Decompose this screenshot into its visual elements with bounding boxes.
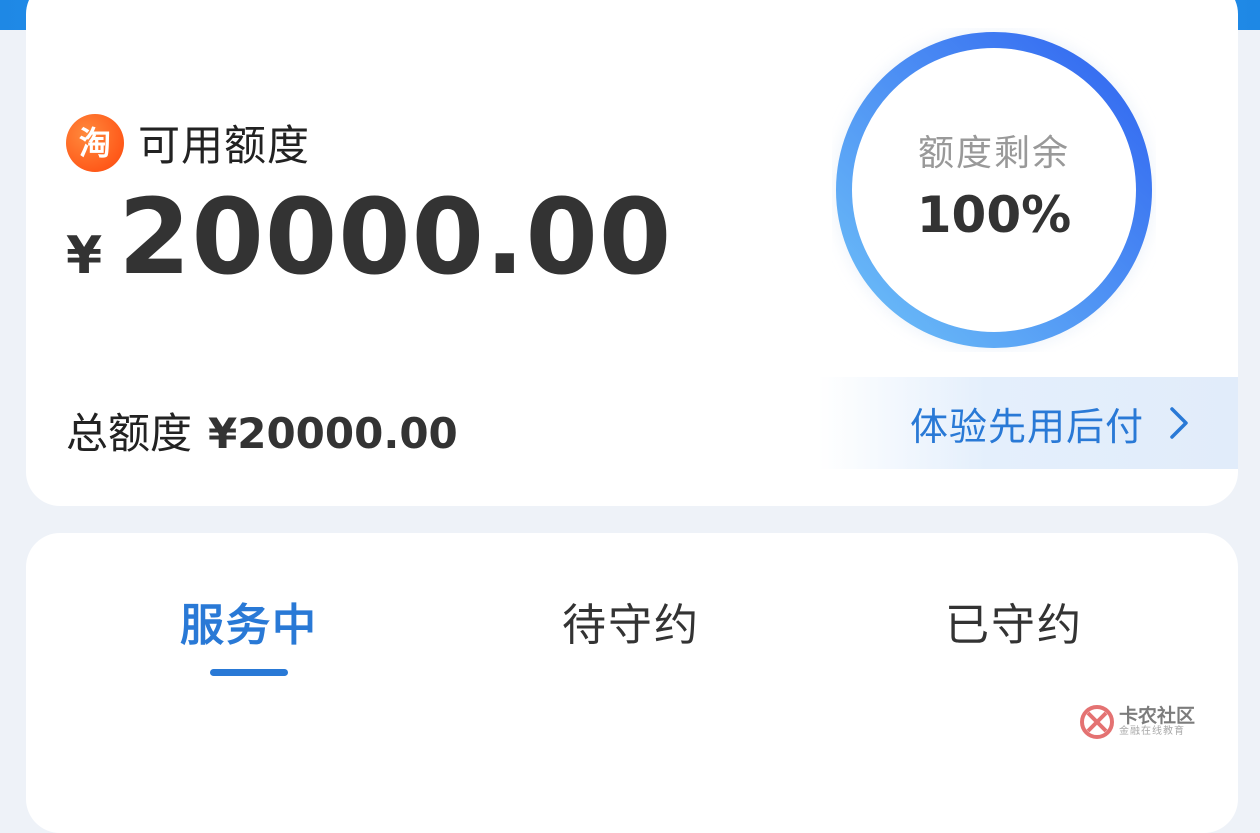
watermark-subtitle: 金融在线教育 bbox=[1119, 726, 1185, 738]
pay-later-promo-button[interactable]: 体验先用后付 bbox=[818, 377, 1238, 469]
pay-later-promo-label: 体验先用后付 bbox=[909, 404, 1144, 449]
available-credit-header: 淘 可用额度 bbox=[66, 112, 310, 173]
available-amount: ¥ 20000.00 bbox=[66, 185, 672, 289]
watermark-title: 卡农社区 bbox=[1119, 704, 1196, 727]
chevron-right-icon bbox=[1170, 407, 1188, 439]
currency-symbol: ¥ bbox=[66, 226, 103, 286]
taobao-logo-icon: 淘 bbox=[66, 113, 124, 172]
total-credit-value: ¥20000.00 bbox=[208, 409, 458, 458]
tab-fulfilled[interactable]: 已守约 bbox=[864, 589, 1164, 653]
watermark: 卡农社区 金融在线教育 bbox=[1079, 704, 1195, 740]
taobao-logo-char: 淘 bbox=[78, 123, 111, 162]
tab-pending[interactable]: 待守约 bbox=[481, 589, 781, 653]
order-tabs: 服务中 待守约 已守约 bbox=[26, 589, 1238, 679]
available-amount-value: 20000.00 bbox=[118, 176, 673, 298]
active-tab-indicator bbox=[210, 669, 288, 676]
total-credit: 总额度 ¥20000.00 bbox=[66, 400, 458, 461]
orders-card: 服务中 待守约 已守约 卡农社区 金融在线教育 bbox=[26, 533, 1238, 833]
available-credit-label: 可用额度 bbox=[138, 121, 311, 170]
total-credit-label: 总额度 bbox=[66, 409, 193, 458]
remaining-credit-ring: 额度剩余 100% bbox=[832, 28, 1156, 352]
tab-in-service[interactable]: 服务中 bbox=[99, 589, 399, 653]
ring-center: 额度剩余 100% bbox=[832, 28, 1156, 352]
ring-label: 额度剩余 bbox=[917, 133, 1070, 174]
kanong-logo-icon bbox=[1080, 705, 1114, 739]
ring-percentage: 100% bbox=[916, 186, 1072, 244]
credit-card: 淘 可用额度 ¥ 20000.00 总额度 ¥20000.00 额度剩余 100… bbox=[26, 0, 1238, 506]
